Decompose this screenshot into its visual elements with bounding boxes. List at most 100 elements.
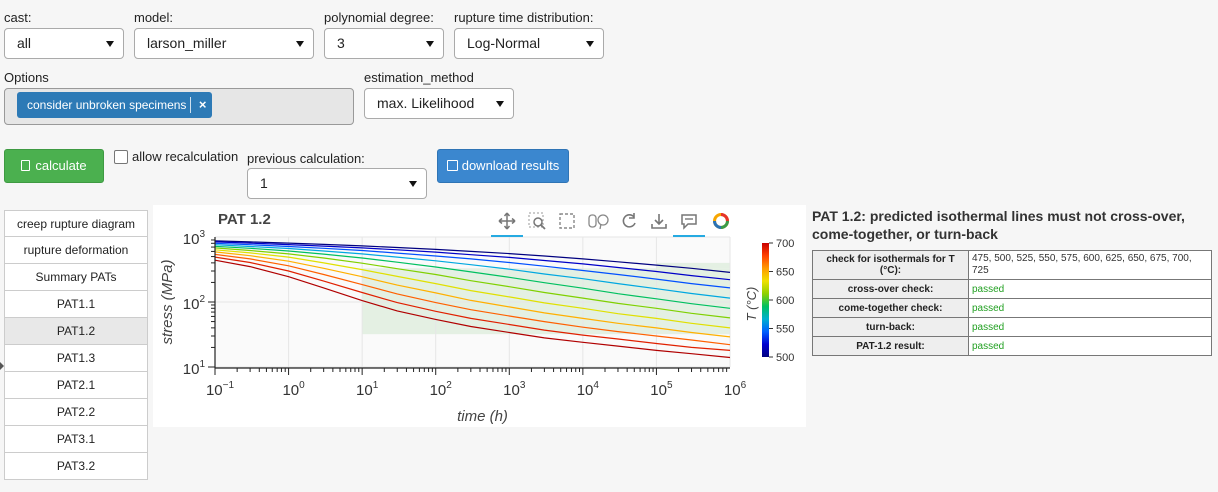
chevron-down-icon — [426, 41, 434, 47]
x-tick-label: 101 — [356, 380, 379, 399]
table-row: check for isothermals for T (°C): 475, 50… — [812, 250, 1212, 280]
x-tick-label: 104 — [577, 380, 600, 399]
download-label: download results — [461, 158, 560, 173]
plot-panel: PAT 1.2 10−1 100 101 102 103 104 105 106 101 102 1… — [153, 205, 806, 427]
close-icon[interactable]: × — [199, 92, 207, 118]
check-label: turn-back: — [812, 317, 969, 337]
colorbar-label: T (°C) — [744, 287, 759, 322]
cast-label: cast: — [4, 10, 32, 25]
poly-degree-select[interactable]: 3 — [324, 28, 444, 59]
download-button[interactable]: download results — [437, 149, 569, 183]
colorbar-tick-label: 550 — [776, 324, 794, 336]
x-tick-label: 10−1 — [206, 380, 235, 399]
tab-summary-pats[interactable]: Summary PATs — [4, 264, 148, 291]
chevron-down-icon — [586, 41, 594, 47]
save-icon[interactable] — [649, 211, 669, 231]
tick-exponent: 6 — [741, 380, 747, 391]
tab-pat3-2[interactable]: PAT3.2 — [4, 453, 148, 480]
tab-pat1-2[interactable]: PAT1.2 — [4, 318, 148, 345]
chevron-down-icon — [296, 41, 304, 47]
calculate-label: calculate — [35, 158, 87, 173]
tab-creep-rupture-diagram[interactable]: creep rupture diagram — [4, 210, 148, 237]
y-tick-label: 102 — [183, 294, 206, 313]
options-multiselect[interactable]: consider unbroken specimens × — [4, 88, 354, 125]
table-row: cross-over check: passed — [812, 279, 1212, 299]
tab-rupture-deformation[interactable]: rupture deformation — [4, 237, 148, 264]
colorbar-tick-label: 500 — [776, 352, 794, 364]
check-result: passed — [968, 298, 1212, 318]
estimation-select[interactable]: max. Likelihood — [364, 88, 514, 119]
reset-icon[interactable] — [619, 211, 639, 231]
allow-recalc-checkbox[interactable] — [114, 150, 128, 164]
bokeh-logo-icon[interactable] — [711, 211, 731, 231]
calculate-button[interactable]: calculate — [4, 149, 104, 183]
tick-base: 10 — [356, 382, 373, 399]
tab-pat1-3[interactable]: PAT1.3 — [4, 345, 148, 372]
pat-title: PAT 1.2: predicted isothermal lines must… — [812, 208, 1185, 242]
y-axis-label: stress (MPa) — [159, 259, 176, 344]
tick-exponent: 5 — [667, 380, 673, 391]
previous-calc-label: previous calculation: — [247, 151, 365, 166]
calculator-icon — [21, 160, 31, 171]
tab-pat3-1[interactable]: PAT3.1 — [4, 426, 148, 453]
check-result: passed — [968, 279, 1212, 299]
tick-base: 10 — [430, 382, 447, 399]
colorbar-tick-label: 600 — [776, 295, 794, 307]
hover-icon[interactable] — [673, 211, 705, 237]
check-label: come-together check: — [812, 298, 969, 318]
model-select[interactable]: larson_miller — [134, 28, 314, 59]
table-row: PAT-1.2 result: passed — [812, 336, 1212, 356]
tick-base: 10 — [183, 296, 200, 313]
cast-select[interactable]: all — [4, 28, 124, 59]
tick-base: 10 — [577, 382, 594, 399]
creep-chart[interactable]: PAT 1.2 10−1 100 101 102 103 104 105 1061011021… — [153, 205, 806, 427]
previous-calc-select[interactable]: 1 — [247, 168, 427, 199]
check-label: cross-over check: — [812, 279, 969, 299]
lasso-select-icon[interactable] — [587, 211, 609, 231]
x-tick-label: 105 — [650, 380, 673, 399]
tick-exponent: 4 — [593, 380, 599, 391]
tick-base: 10 — [206, 382, 223, 399]
rupture-dist-value: Log-Normal — [467, 35, 541, 51]
x-tick-label: 106 — [724, 380, 747, 399]
pan-icon[interactable] — [491, 211, 523, 237]
download-icon — [446, 160, 458, 171]
tab-pat2-2[interactable]: PAT2.2 — [4, 399, 148, 426]
estimation-value: max. Likelihood — [377, 95, 475, 111]
tick-exponent: 3 — [520, 380, 526, 391]
poly-degree-value: 3 — [337, 35, 345, 51]
estimation-label: estimation_method — [364, 70, 474, 85]
chevron-down-icon — [496, 101, 504, 107]
colorbar — [762, 243, 769, 357]
tick-exponent: 2 — [446, 380, 452, 391]
collapse-arrow-icon[interactable] — [0, 362, 4, 370]
tick-base: 10 — [724, 382, 741, 399]
table-row: come-together check: passed — [812, 298, 1212, 318]
tick-exponent: 1 — [199, 359, 205, 370]
colorbar-tick-label: 700 — [776, 238, 794, 250]
y-tick-label: 101 — [183, 359, 206, 378]
rupture-dist-select[interactable]: Log-Normal — [454, 28, 604, 59]
tab-list: creep rupture diagram rupture deformation… — [4, 210, 148, 480]
box-zoom-icon[interactable] — [527, 211, 547, 231]
option-chip[interactable]: consider unbroken specimens × — [17, 92, 213, 118]
previous-calc-value: 1 — [260, 175, 268, 191]
tab-pat2-1[interactable]: PAT2.1 — [4, 372, 148, 399]
colorbar-tick-label: 650 — [776, 267, 794, 279]
box-select-icon[interactable] — [557, 211, 577, 231]
rupture-dist-label: rupture time distribution: — [454, 10, 594, 25]
check-temperatures: 475, 500, 525, 550, 575, 600, 625, 650, … — [968, 250, 1212, 280]
model-value: larson_miller — [147, 35, 227, 51]
x-tick-label: 100 — [282, 380, 305, 399]
pat-checks-table: check for isothermals for T (°C): 475, 50… — [812, 250, 1212, 356]
tick-base: 10 — [183, 361, 200, 378]
chevron-down-icon — [409, 181, 417, 187]
option-chip-label: consider unbroken specimens — [27, 98, 187, 112]
tick-base: 10 — [183, 231, 200, 248]
x-tick-label: 103 — [503, 380, 526, 399]
cast-value: all — [17, 35, 32, 51]
poly-degree-label: polynomial degree: — [324, 10, 434, 25]
tab-pat1-1[interactable]: PAT1.1 — [4, 291, 148, 318]
check-result: passed — [968, 317, 1212, 337]
chip-separator — [190, 97, 192, 113]
